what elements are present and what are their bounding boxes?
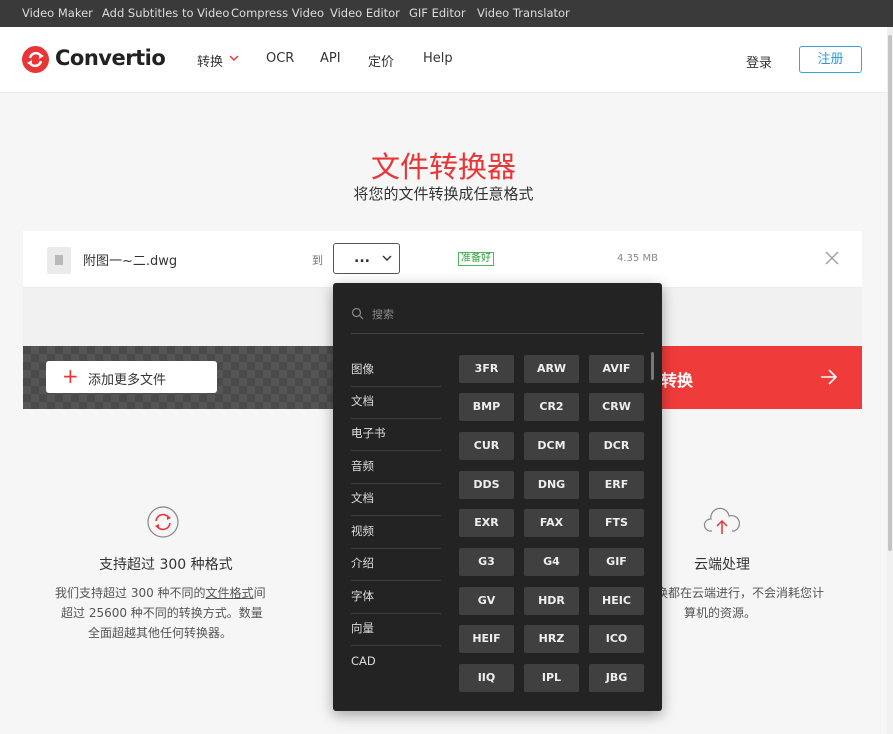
feature-cloud-desc-line2: 算机的资源。 xyxy=(684,606,757,620)
nav-convert[interactable]: 转换 xyxy=(197,51,223,70)
format-option[interactable]: CUR xyxy=(459,432,514,460)
file-row: 附图一~二.dwg 到 ... 准备好 4.35 MB xyxy=(23,231,862,288)
nav-api[interactable]: API xyxy=(320,51,341,66)
feature-cloud-desc-line1: 换都在云端进行，不会消耗您计 xyxy=(656,586,825,600)
category-document[interactable]: 文档 xyxy=(351,387,441,419)
format-option[interactable]: DDS xyxy=(459,471,514,499)
topbar-link-compress-video[interactable]: Compress Video xyxy=(231,6,324,20)
format-option[interactable]: GIF xyxy=(589,548,644,576)
feature-formats-desc-line3: 全面超越其他任何转换器。 xyxy=(88,626,233,640)
format-option[interactable]: DNG xyxy=(524,471,579,499)
format-option[interactable]: FTS xyxy=(589,509,644,537)
feature-cloud-title: 云端处理 xyxy=(694,557,750,573)
file-formats-link[interactable]: 文件格式 xyxy=(206,586,254,600)
topbar-link-video-translator[interactable]: Video Translator xyxy=(477,6,570,20)
category-cad[interactable]: CAD xyxy=(351,647,441,679)
register-button[interactable]: 注册 xyxy=(799,46,862,73)
format-select-value: ... xyxy=(354,250,370,266)
format-option[interactable]: IIQ xyxy=(459,664,514,692)
format-option[interactable]: HRZ xyxy=(524,625,579,653)
format-dropdown: 搜索 图像 文档 电子书 音频 文档 视频 介绍 字体 向量 CAD 3FR A… xyxy=(333,283,662,711)
cloud-upload-icon xyxy=(703,507,740,534)
topbar-link-gif-editor[interactable]: GIF Editor xyxy=(409,6,466,20)
site-header: Convertio 转换 OCR API 定价 Help 登录 注册 xyxy=(0,27,893,93)
nav-pricing[interactable]: 定价 xyxy=(368,51,394,70)
add-more-files-button[interactable]: + 添加更多文件 xyxy=(46,361,217,393)
refresh-icon xyxy=(147,506,179,538)
format-search-input[interactable]: 搜索 xyxy=(372,306,394,322)
feature-formats-title: 支持超过 300 种格式 xyxy=(99,557,233,573)
arrow-right-icon xyxy=(821,369,838,385)
login-link[interactable]: 登录 xyxy=(746,52,772,71)
dropdown-scrollbar[interactable] xyxy=(651,352,654,380)
format-option[interactable]: HDR xyxy=(524,587,579,615)
nav-help[interactable]: Help xyxy=(423,51,453,66)
format-option[interactable]: G4 xyxy=(524,548,579,576)
category-ebook[interactable]: 电子书 xyxy=(351,419,441,451)
format-option[interactable]: FAX xyxy=(524,509,579,537)
format-option[interactable]: AVIF xyxy=(589,355,644,383)
format-option[interactable]: EXR xyxy=(459,509,514,537)
top-bar: Video Maker Add Subtitles to Video Compr… xyxy=(0,0,893,27)
category-video[interactable]: 视频 xyxy=(351,517,441,549)
format-option[interactable]: JBG xyxy=(589,664,644,692)
format-option[interactable]: HEIC xyxy=(589,587,644,615)
chevron-down-icon[interactable] xyxy=(229,55,239,62)
category-presentation[interactable]: 介绍 xyxy=(351,549,441,581)
nav-ocr[interactable]: OCR xyxy=(266,51,294,66)
format-option[interactable]: DCR xyxy=(589,432,644,460)
convertio-logo-icon[interactable] xyxy=(22,46,49,73)
format-option[interactable]: BMP xyxy=(459,393,514,421)
category-font[interactable]: 字体 xyxy=(351,582,441,614)
close-icon[interactable] xyxy=(824,250,840,266)
page-scrollbar-thumb[interactable] xyxy=(888,35,892,551)
category-document-2[interactable]: 文档 xyxy=(351,484,441,516)
feature-formats-desc-text: 我们支持超过 300 种不同的 xyxy=(55,586,206,600)
topbar-link-add-subtitles[interactable]: Add Subtitles to Video xyxy=(102,6,229,20)
feature-formats-desc-line1: 我们支持超过 300 种不同的文件格式间 xyxy=(55,583,266,603)
format-option[interactable]: DCM xyxy=(524,432,579,460)
search-icon xyxy=(351,307,364,320)
topbar-link-video-editor[interactable]: Video Editor xyxy=(330,6,400,20)
format-option[interactable]: HEIF xyxy=(459,625,514,653)
category-image[interactable]: 图像 xyxy=(351,355,441,387)
page-title: 文件转换器 xyxy=(370,150,516,184)
convert-button-label: 转换 xyxy=(661,371,694,390)
format-select[interactable]: ... xyxy=(333,243,400,274)
format-option[interactable]: IPL xyxy=(524,664,579,692)
file-name: 附图一~二.dwg xyxy=(83,254,178,269)
format-option[interactable]: G3 xyxy=(459,548,514,576)
format-option[interactable]: ERF xyxy=(589,471,644,499)
chevron-down-icon xyxy=(382,255,392,261)
format-option[interactable]: GV xyxy=(459,587,514,615)
category-vector[interactable]: 向量 xyxy=(351,614,441,646)
page-scrollbar[interactable] xyxy=(887,27,893,734)
page-subtitle: 将您的文件转换成任意格式 xyxy=(353,185,534,203)
plus-icon: + xyxy=(62,364,79,388)
format-option[interactable]: ICO xyxy=(589,625,644,653)
file-icon xyxy=(47,247,71,274)
format-option[interactable]: CR2 xyxy=(524,393,579,421)
topbar-link-video-maker[interactable]: Video Maker xyxy=(22,6,93,20)
feature-formats-desc-text-end: 间 xyxy=(253,586,266,600)
to-label: 到 xyxy=(312,254,323,267)
format-option[interactable]: 3FR xyxy=(459,355,514,383)
add-more-files-label: 添加更多文件 xyxy=(88,373,167,388)
file-size: 4.35 MB xyxy=(617,253,658,264)
feature-formats-desc-line2: 超过 25600 种不同的转换方式。数量 xyxy=(61,606,263,620)
status-badge: 准备好 xyxy=(458,252,494,266)
category-audio[interactable]: 音频 xyxy=(351,452,441,484)
format-option[interactable]: ARW xyxy=(524,355,579,383)
format-option[interactable]: CRW xyxy=(589,393,644,421)
brand-name[interactable]: Convertio xyxy=(55,46,166,70)
search-underline xyxy=(351,333,644,334)
